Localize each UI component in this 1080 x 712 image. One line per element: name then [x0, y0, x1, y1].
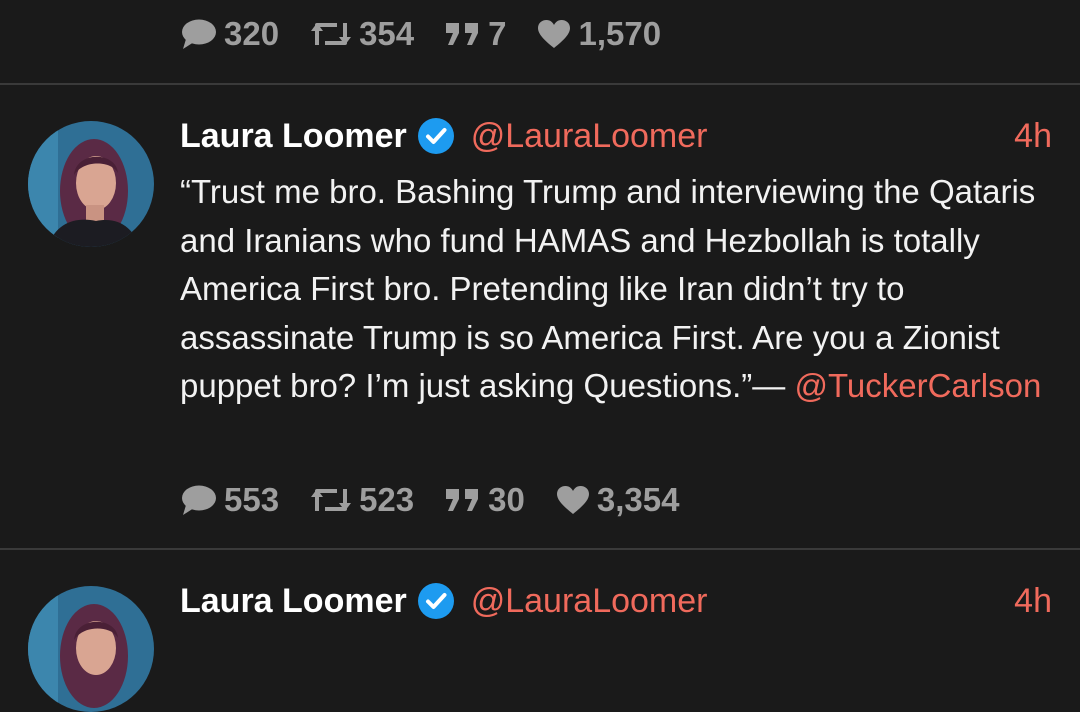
verified-badge-icon	[417, 117, 455, 155]
speech-bubble-icon	[182, 19, 216, 49]
like-count: 1,570	[578, 15, 662, 52]
reply-stat[interactable]: 320	[180, 15, 279, 53]
quote-icon	[446, 23, 479, 45]
author-handle[interactable]: @LauraLoomer	[471, 117, 708, 156]
tweet-stats: 553 523 30 3,354	[180, 480, 679, 520]
tweet-body: “Trust me bro. Bashing Trump and intervi…	[180, 168, 1060, 411]
verified-badge-icon	[417, 582, 455, 620]
avatar[interactable]	[28, 121, 154, 247]
quote-stat[interactable]: 7	[444, 15, 506, 53]
author-handle[interactable]: @LauraLoomer	[471, 582, 708, 621]
divider	[0, 83, 1080, 85]
like-count: 3,354	[596, 481, 680, 518]
quote-icon	[446, 489, 479, 511]
heart-icon	[538, 20, 571, 48]
heart-icon	[556, 486, 589, 514]
mention-link[interactable]: @TuckerCarlson	[794, 367, 1041, 404]
reply-count: 320	[224, 15, 280, 52]
tweet-header: Laura Loomer @LauraLoomer 4h	[180, 578, 1052, 624]
speech-bubble-icon	[182, 485, 216, 515]
reply-stat[interactable]: 553	[180, 481, 279, 519]
retweet-stat[interactable]: 523	[309, 481, 414, 519]
reply-count: 553	[224, 481, 280, 518]
quote-stat[interactable]: 30	[444, 481, 525, 519]
tweet-timestamp[interactable]: 4h	[1014, 582, 1052, 621]
avatar[interactable]	[28, 586, 154, 712]
divider	[0, 548, 1080, 550]
retweet-count: 354	[359, 15, 415, 52]
tweet-header: Laura Loomer @LauraLoomer 4h	[180, 113, 1052, 159]
author-name[interactable]: Laura Loomer	[180, 117, 407, 156]
top-tweet-stats: 320 354 7 1,570	[180, 14, 661, 54]
author-name[interactable]: Laura Loomer	[180, 582, 407, 621]
retweet-icon	[311, 489, 352, 511]
retweet-icon	[311, 23, 352, 45]
quote-count: 7	[488, 15, 507, 52]
retweet-stat[interactable]: 354	[309, 15, 414, 53]
quote-count: 30	[488, 481, 525, 518]
like-stat[interactable]: 1,570	[536, 15, 661, 53]
retweet-count: 523	[359, 481, 415, 518]
tweet-timestamp[interactable]: 4h	[1014, 117, 1052, 156]
like-stat[interactable]: 3,354	[555, 481, 680, 519]
